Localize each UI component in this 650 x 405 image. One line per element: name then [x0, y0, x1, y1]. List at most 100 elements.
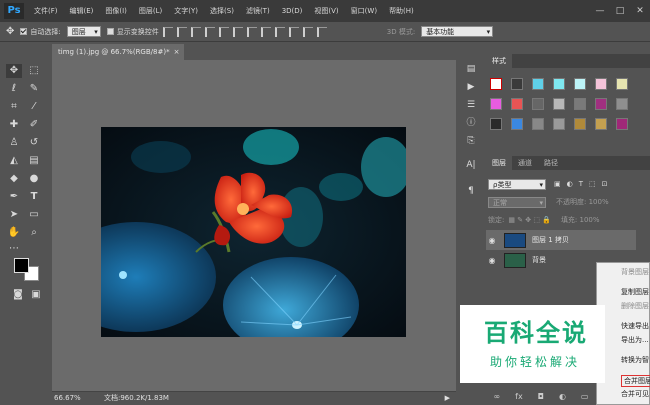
move-tool-icon[interactable]: ✥ — [6, 64, 22, 78]
layer-style-icon[interactable]: fx — [515, 392, 523, 401]
style-swatch[interactable] — [511, 98, 523, 110]
show-transform-checkbox[interactable] — [106, 28, 114, 35]
quick-mask-icon[interactable]: ◙ — [10, 288, 26, 302]
blur-tool-icon[interactable]: ◆ — [6, 172, 22, 186]
distribute-top-icon[interactable] — [246, 26, 257, 37]
context-item[interactable]: 复制图层 — [621, 287, 649, 297]
workspace-dropdown[interactable]: 基本功能 — [421, 26, 494, 38]
tab-styles[interactable]: 样式 — [486, 54, 512, 68]
hand-tool-icon[interactable]: ✋ — [6, 226, 22, 240]
style-swatch[interactable] — [490, 78, 502, 90]
align-vcenter-icon[interactable] — [176, 26, 187, 37]
context-item[interactable]: 合并图层 — [621, 375, 650, 387]
menu-3d[interactable]: 3D(D) — [276, 7, 309, 15]
status-menu-arrow-icon[interactable]: ▶ — [445, 392, 450, 405]
distribute-hcenter-icon[interactable] — [302, 26, 313, 37]
paragraph-panel-icon[interactable]: ¶ — [463, 184, 479, 198]
align-left-icon[interactable] — [204, 26, 215, 37]
move-tool-icon[interactable]: ✥ — [6, 26, 14, 37]
properties-panel-icon[interactable]: ☰ — [463, 98, 479, 112]
history-brush-tool-icon[interactable]: ↺ — [26, 136, 42, 150]
style-swatch[interactable] — [595, 118, 607, 130]
distribute-left-icon[interactable] — [288, 26, 299, 37]
eyedropper-tool-icon[interactable]: ⁄ — [26, 100, 42, 114]
pen-tool-icon[interactable]: ✒ — [6, 190, 22, 204]
lock-icons[interactable]: ▦ ✎ ✥ ⬚ 🔒 — [508, 216, 551, 224]
clone-stamp-tool-icon[interactable]: ♙ — [6, 136, 22, 150]
new-group-icon[interactable]: ▭ — [581, 392, 589, 401]
align-hcenter-icon[interactable] — [218, 26, 229, 37]
align-right-icon[interactable] — [232, 26, 243, 37]
character-panel-icon[interactable]: A| — [463, 158, 479, 172]
tab-layers[interactable]: 图层 — [486, 156, 512, 170]
menu-type[interactable]: 文字(Y) — [168, 6, 204, 16]
filter-shape-icon[interactable]: ⬚ — [589, 180, 596, 188]
menu-select[interactable]: 选择(S) — [204, 6, 240, 16]
path-select-tool-icon[interactable]: ➤ — [6, 208, 22, 222]
gradient-tool-icon[interactable]: ▤ — [26, 154, 42, 168]
layer-name[interactable]: 背景 — [532, 255, 546, 265]
context-item[interactable]: 删除图层 — [621, 301, 649, 311]
visibility-eye-icon[interactable]: ◉ — [486, 256, 498, 265]
opacity-label[interactable]: 不透明度: 100% — [556, 197, 609, 207]
style-swatch[interactable] — [553, 118, 565, 130]
style-swatch[interactable] — [616, 118, 628, 130]
distribute-bottom-icon[interactable] — [274, 26, 285, 37]
menu-window[interactable]: 窗口(W) — [345, 6, 383, 16]
align-top-icon[interactable] — [162, 26, 173, 37]
menu-layer[interactable]: 图层(L) — [133, 6, 168, 16]
screen-mode-icon[interactable]: ▣ — [28, 288, 44, 302]
auto-select-checkbox[interactable] — [20, 28, 28, 35]
filter-adjust-icon[interactable]: ◐ — [567, 180, 573, 188]
tab-channels[interactable]: 通道 — [512, 156, 538, 170]
style-swatch[interactable] — [532, 98, 544, 110]
style-swatch[interactable] — [595, 98, 607, 110]
quick-select-tool-icon[interactable]: ✎ — [26, 82, 42, 96]
style-swatch[interactable] — [595, 78, 607, 90]
align-bottom-icon[interactable] — [190, 26, 201, 37]
zoom-level[interactable]: 66.67% — [54, 394, 81, 402]
document-close-icon[interactable]: × — [174, 48, 180, 56]
style-swatch[interactable] — [574, 98, 586, 110]
link-layers-icon[interactable]: ∞ — [493, 392, 500, 401]
distribute-right-icon[interactable] — [316, 26, 327, 37]
style-swatch[interactable] — [574, 118, 586, 130]
blend-mode-dropdown[interactable]: 正常 — [488, 196, 546, 209]
info-panel-icon[interactable]: ⓘ — [463, 116, 479, 130]
actions-panel-icon[interactable]: ▶ — [463, 80, 479, 94]
brush-tool-icon[interactable]: ✐ — [26, 118, 42, 132]
style-swatch[interactable] — [553, 98, 565, 110]
menu-view[interactable]: 视图(V) — [308, 6, 344, 16]
context-item[interactable]: 合并可见 — [621, 389, 649, 399]
menu-file[interactable]: 文件(F) — [28, 6, 64, 16]
zoom-tool-icon[interactable]: ⌕ — [26, 226, 42, 240]
fill-label[interactable]: 填充: 100% — [561, 215, 600, 225]
style-swatch[interactable] — [511, 118, 523, 130]
healing-tool-icon[interactable]: ✚ — [6, 118, 22, 132]
lasso-tool-icon[interactable]: ℓ — [6, 82, 22, 96]
style-swatch[interactable] — [553, 78, 565, 90]
style-swatch[interactable] — [616, 78, 628, 90]
filter-pixel-icon[interactable]: ▣ — [554, 180, 561, 188]
history-panel-icon[interactable]: ▤ — [463, 62, 479, 76]
rectangle-tool-icon[interactable]: ▭ — [26, 208, 42, 222]
menu-filter[interactable]: 滤镜(T) — [240, 6, 276, 16]
close-button[interactable]: ✕ — [630, 0, 650, 22]
menu-edit[interactable]: 编辑(E) — [64, 6, 100, 16]
document-image[interactable] — [101, 127, 406, 337]
style-swatch[interactable] — [490, 118, 502, 130]
eraser-tool-icon[interactable]: ◭ — [6, 154, 22, 168]
distribute-vcenter-icon[interactable] — [260, 26, 271, 37]
context-item[interactable]: 转换为智 — [621, 355, 649, 365]
marquee-tool-icon[interactable]: ⬚ — [26, 64, 42, 78]
context-item[interactable]: 快速导出 — [621, 321, 649, 331]
visibility-eye-icon[interactable]: ◉ — [486, 236, 498, 245]
style-swatch[interactable] — [532, 78, 544, 90]
foreground-color-swatch[interactable] — [14, 258, 29, 273]
menu-image[interactable]: 图像(I) — [99, 6, 133, 16]
style-swatch[interactable] — [490, 98, 502, 110]
adjustment-layer-icon[interactable]: ◐ — [559, 392, 566, 401]
layer-filter-dropdown[interactable]: ρ类型 — [488, 178, 546, 191]
filter-smart-icon[interactable]: ⊡ — [602, 180, 608, 188]
layer-row[interactable]: ◉ 图层 1 拷贝 — [486, 230, 636, 250]
